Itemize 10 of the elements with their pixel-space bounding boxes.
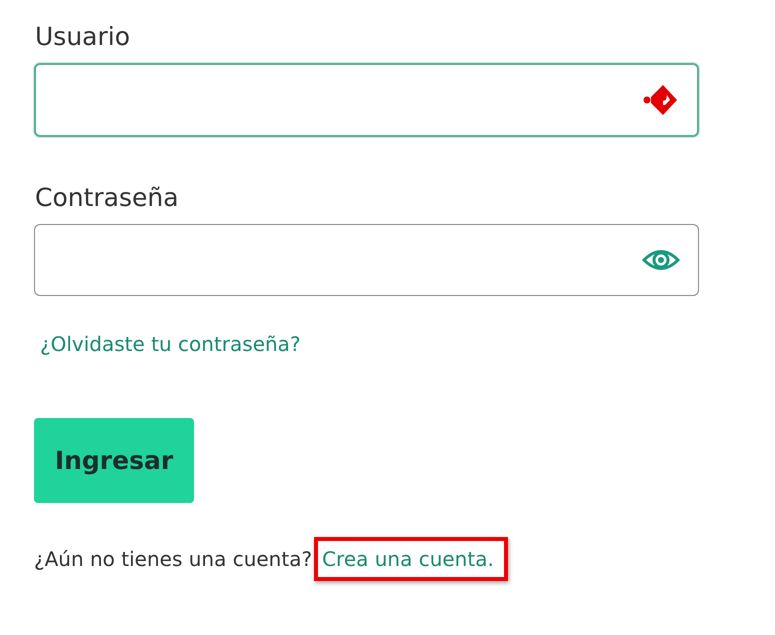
username-field[interactable]: [34, 63, 699, 137]
login-button[interactable]: Ingresar: [34, 418, 194, 503]
key-icon[interactable]: [643, 83, 679, 117]
field-label: Usuario: [35, 22, 132, 51]
forgot-password-link[interactable]: ¿Olvidaste tu contraseña?: [40, 332, 301, 356]
eye-icon[interactable]: [642, 247, 680, 273]
field-label: Contraseña: [35, 183, 180, 212]
password-field[interactable]: [34, 224, 699, 296]
signup-prompt: ¿Aún no tienes una cuenta?: [34, 547, 312, 571]
signup-link[interactable]: Crea una cuenta.: [322, 547, 494, 571]
